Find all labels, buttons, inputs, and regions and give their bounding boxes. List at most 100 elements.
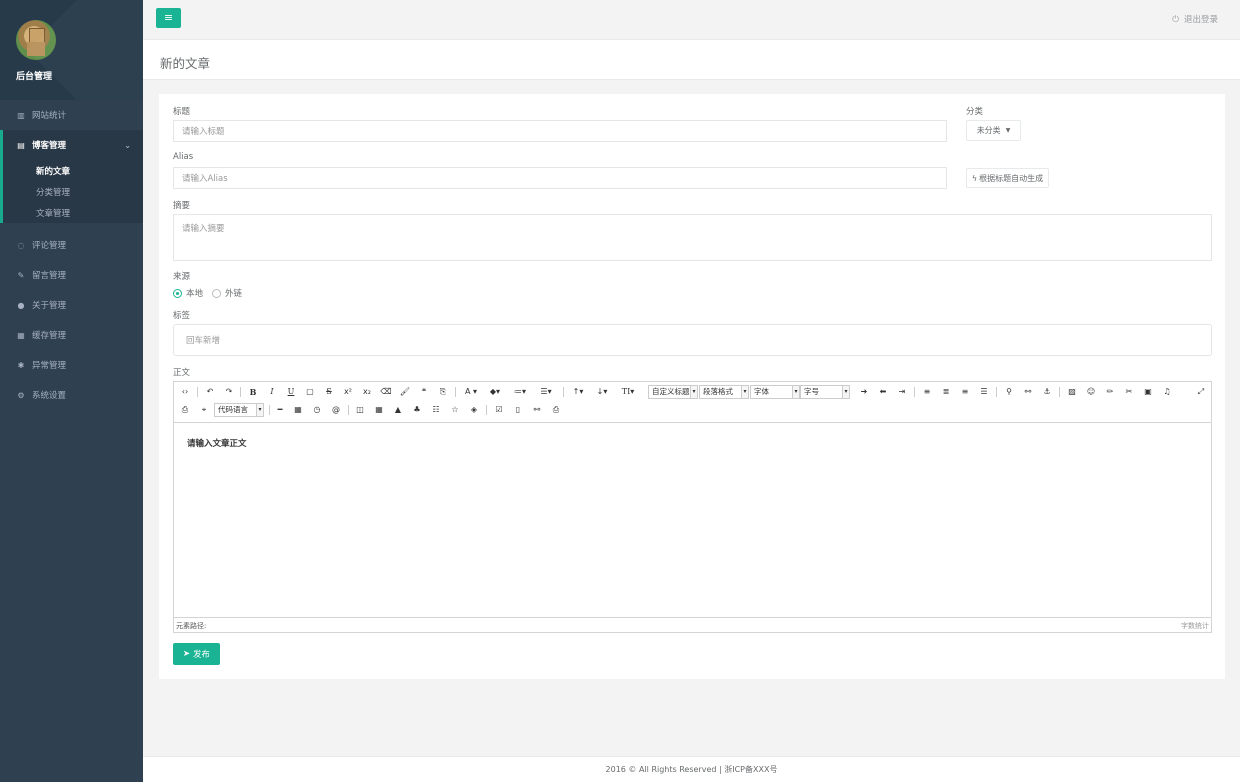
font-family-select[interactable]: 字体 xyxy=(750,385,800,399)
auto-generate-alias-button[interactable]: ϟ 根据标题自动生成 xyxy=(966,168,1049,188)
image-icon[interactable]: ▨ xyxy=(1065,385,1079,399)
publish-label: 发布 xyxy=(193,650,211,660)
ordered-list-icon[interactable]: ≔▾ xyxy=(509,385,531,399)
custom-heading-select[interactable]: 自定义标题 xyxy=(648,385,698,399)
template-icon[interactable]: ▯ xyxy=(511,403,525,417)
indent-rtl-icon[interactable]: ➔ xyxy=(857,385,871,399)
sidebar-subitem-articles[interactable]: 文章管理 xyxy=(3,202,143,223)
tags-input[interactable]: 回车新增 xyxy=(173,324,1212,356)
sidebar-item-about[interactable]: ● 关于管理 xyxy=(0,290,143,320)
horizontal-rule-icon[interactable]: ━ xyxy=(273,403,287,417)
superscript-icon[interactable]: x² xyxy=(341,385,355,399)
edit-icon: ✎ xyxy=(17,270,25,280)
code-language-select[interactable]: 代码语言 xyxy=(214,403,264,417)
unlink-icon[interactable]: ⚯ xyxy=(1021,385,1035,399)
toolbar-separator xyxy=(240,387,241,397)
align-right-icon[interactable]: ≡ xyxy=(958,385,972,399)
logout-link[interactable]: ⏻ 退出登录 xyxy=(1172,13,1218,25)
eraser-icon[interactable]: ⌫ xyxy=(379,385,393,399)
text-transform-icon[interactable]: TI▾ xyxy=(617,385,639,399)
insert-table-icon[interactable]: ◫ xyxy=(353,403,367,417)
source-radio-local[interactable]: 本地 xyxy=(173,287,203,299)
sidebar-item-messages[interactable]: ✎ 留言管理 xyxy=(0,260,143,290)
sidebar-item-settings[interactable]: ⚙ 系统设置 xyxy=(0,380,143,410)
unordered-list-icon[interactable]: ☰▾ xyxy=(535,385,557,399)
avatar[interactable] xyxy=(16,20,56,60)
sidebar-item-blog[interactable]: ▤ 博客管理 ⌄ xyxy=(3,130,143,160)
time-icon[interactable]: ◷ xyxy=(310,403,324,417)
video-icon[interactable]: ▣ xyxy=(1141,385,1155,399)
border-icon[interactable]: ▢ xyxy=(303,385,317,399)
align-center-icon[interactable]: ≣ xyxy=(939,385,953,399)
source-code-icon[interactable]: ‹› xyxy=(178,385,192,399)
font-size-select[interactable]: 字号 xyxy=(800,385,850,399)
sidebar-item-label: 系统设置 xyxy=(32,391,67,401)
italic-icon[interactable]: I xyxy=(265,385,279,399)
sidebar-item-exceptions[interactable]: ✱ 异常管理 xyxy=(0,350,143,380)
tree-icon[interactable]: ♣ xyxy=(410,403,424,417)
publish-button[interactable]: ➤ 发布 xyxy=(173,643,220,665)
attachment-icon[interactable]: ⎙ xyxy=(178,403,192,417)
alias-label: Alias xyxy=(173,152,194,162)
sidebar-subitem-new-article[interactable]: 新的文章 xyxy=(3,160,143,181)
alias-input[interactable]: 请输入Alias xyxy=(173,167,947,189)
sidebar-item-comments[interactable]: ◌ 评论管理 xyxy=(0,230,143,260)
redo-icon[interactable]: ↷ xyxy=(222,385,236,399)
source-radio-external[interactable]: 外链 xyxy=(212,287,242,299)
menu-toggle-button[interactable]: ≡ xyxy=(156,8,181,28)
line-spacing-top-icon[interactable]: ↑▾ xyxy=(568,385,588,399)
subscript-icon[interactable]: x₂ xyxy=(360,385,374,399)
indent-icon[interactable]: ⇥ xyxy=(895,385,909,399)
highlight-color-icon[interactable]: ◆▾ xyxy=(485,385,505,399)
undo-icon[interactable]: ↶ xyxy=(203,385,217,399)
editor-content[interactable]: 请输入文章正文 xyxy=(174,423,1211,618)
power-icon: ⏻ xyxy=(1172,15,1179,25)
print-icon[interactable]: ⎙ xyxy=(549,403,563,417)
music-icon[interactable]: ♫ xyxy=(1160,385,1174,399)
logout-label: 退出登录 xyxy=(1183,15,1218,25)
search-replace-icon[interactable]: ⚯ xyxy=(530,403,544,417)
toolbar-separator xyxy=(1059,387,1060,397)
link-icon[interactable]: ⚲ xyxy=(1002,385,1016,399)
fullscreen-icon[interactable]: ⤢ xyxy=(1194,385,1208,399)
snapscreen-icon[interactable]: ✂ xyxy=(1122,385,1136,399)
strikethrough-icon[interactable]: S xyxy=(322,385,336,399)
align-left-icon[interactable]: ≡ xyxy=(920,385,934,399)
tags-icon[interactable]: ◈ xyxy=(467,403,481,417)
toolbar-separator xyxy=(348,405,349,415)
emoji-icon[interactable]: ☺ xyxy=(1084,385,1098,399)
font-color-icon[interactable]: A ▾ xyxy=(461,385,481,399)
paragraph-format-select[interactable]: 段落格式 xyxy=(699,385,749,399)
align-justify-icon[interactable]: ☰ xyxy=(977,385,991,399)
special-char-icon[interactable]: @ xyxy=(329,403,343,417)
sidebar-subitem-categories[interactable]: 分类管理 xyxy=(3,181,143,202)
editor-toolbar: ‹› ↶ ↷ B I U ▢ S x² x₂ ⌫ 🖌 ❝ ⎘ A ▾ ◆▾ ≔▾… xyxy=(174,382,1211,423)
underline-icon[interactable]: U xyxy=(284,385,298,399)
summary-textarea[interactable]: 请输入摘要 xyxy=(173,214,1212,261)
date-icon[interactable]: ▦ xyxy=(291,403,305,417)
scrawl-icon[interactable]: ✏ xyxy=(1103,385,1117,399)
star-icon[interactable]: ☆ xyxy=(448,403,462,417)
indent-ltr-icon[interactable]: ⬅ xyxy=(876,385,890,399)
editor-statusbar: 元素路径: 字数统计 xyxy=(174,617,1211,632)
topbar: ≡ ⏻ 退出登录 xyxy=(143,0,1240,40)
source-option-local: 本地 xyxy=(186,289,204,299)
checkbox-icon[interactable]: ☑ xyxy=(492,403,506,417)
footer-text: 2016 © All Rights Reserved | 浙ICP备XXX号 xyxy=(605,765,778,774)
format-brush-icon[interactable]: 🖌 xyxy=(398,385,412,399)
footer: 2016 © All Rights Reserved | 浙ICP备XXX号 xyxy=(143,756,1240,782)
paste-text-icon[interactable]: ⎘ xyxy=(436,385,450,399)
sliders-icon[interactable]: ☷ xyxy=(429,403,443,417)
map-marker-icon[interactable]: ⌖ xyxy=(197,403,211,417)
anchor-icon[interactable]: ⚓ xyxy=(1040,385,1054,399)
line-spacing-bottom-icon[interactable]: ↓▾ xyxy=(592,385,612,399)
bold-icon[interactable]: B xyxy=(246,385,260,399)
quote-icon[interactable]: ❝ xyxy=(417,385,431,399)
title-input[interactable]: 请输入标题 xyxy=(173,120,947,142)
table-grid-icon[interactable]: ▦ xyxy=(372,403,386,417)
category-select[interactable]: 未分类 ▼ xyxy=(966,120,1021,141)
sidebar-item-cache[interactable]: ▦ 缓存管理 xyxy=(0,320,143,350)
warning-icon[interactable]: ▲ xyxy=(391,403,405,417)
word-count: 字数统计 xyxy=(1181,622,1209,630)
sidebar-item-stats[interactable]: ▥ 网站统计 xyxy=(0,100,143,130)
